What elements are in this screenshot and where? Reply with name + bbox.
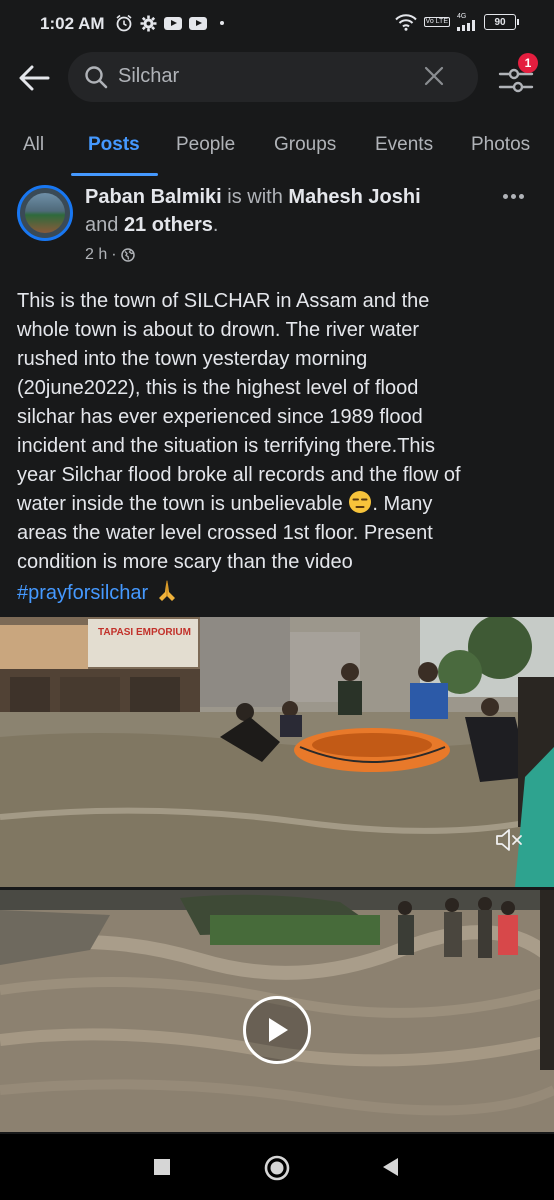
signal-strength: 4G [457,13,477,31]
post-author-line: Paban Balmiki is with Mahesh Joshi [85,186,421,209]
post-text-line: water inside the town is unbelievable [17,493,343,515]
post-video-1[interactable]: TAPASI EMPORIUM [0,617,554,887]
status-icons-right: Vo LTE 4G 90 [394,13,519,31]
play-icon [269,1018,288,1042]
alarm-icon [116,14,132,32]
globe-icon [120,248,135,262]
tab-events[interactable]: Events [375,134,433,156]
shop-sign-text: TAPASI EMPORIUM [98,627,191,638]
folded-hands-emoji-icon [158,580,175,601]
with-text: is with [221,186,289,208]
battery-indicator: 90 [484,14,519,30]
status-time: 1:02 AM [40,14,105,33]
back-button[interactable] [14,60,54,96]
status-bar: 1:02 AM Vo LTE 4G 90 [0,0,554,50]
post-body: This is the town of SILCHAR in Assam and… [17,287,547,608]
search-filter-button[interactable]: 1 [496,53,538,96]
active-tab-indicator [71,173,158,176]
author-avatar[interactable] [17,185,73,241]
and-text: and [85,214,124,236]
back-arrow-icon [19,65,50,91]
youtube-icon [164,16,182,30]
post-text-line: incident and the situation is terrifying… [17,435,435,457]
tab-people[interactable]: People [176,134,235,156]
post-text-line: . Many [372,493,433,515]
meta-separator: · [111,246,117,263]
period-text: . [212,214,219,236]
post-meta: 2 h · [85,246,135,264]
filter-badge: 1 [518,53,538,73]
flood-rescue-video-thumbnail: TAPASI EMPORIUM [0,617,554,887]
hashtag-line: #prayforsilchar [17,577,547,608]
wifi-icon [394,13,417,31]
tab-photos[interactable]: Photos [471,134,530,156]
post-time[interactable]: 2 h [85,246,107,264]
volte-icon: Vo LTE [423,17,450,27]
tab-groups[interactable]: Groups [274,134,336,156]
post-text-line: condition is more scary than the video [17,551,353,573]
search-query: Silchar [118,65,180,87]
search-input[interactable]: Silchar [68,52,478,102]
settings-gear-icon [140,15,157,31]
post-others-line: and 21 others. [85,214,218,237]
search-tabs: All Posts People Groups Events Photos [0,122,554,176]
avatar-image [25,193,65,233]
post-header: Paban Balmiki is with Mahesh Joshi and 2… [0,180,554,270]
signal-bars-icon [457,20,475,31]
search-icon [85,66,108,89]
mute-speaker-icon[interactable] [494,828,524,852]
post-more-options-button[interactable] [503,194,524,199]
tab-all[interactable]: All [23,134,44,156]
post-text-line: areas the water level crossed 1st floor.… [17,522,433,544]
play-video-button[interactable] [243,996,311,1064]
post-text-line-with-emoji: water inside the town is unbelievable . … [17,490,547,519]
post-text-line: whole town is about to drown. The river … [17,319,420,341]
network-type: 4G [457,13,467,20]
recent-apps-icon[interactable] [153,1158,171,1176]
unamused-face-emoji-icon [349,491,372,513]
more-notifications-dot [220,21,224,25]
post-text-line: (20june2022), this is the highest level … [17,377,419,399]
search-header: Silchar 1 [0,50,554,106]
android-nav-bar [0,1134,554,1200]
screen: 1:02 AM Vo LTE 4G 90 Silchar 1 All Posts… [0,0,554,1200]
hashtag-link[interactable]: #prayforsilchar [17,582,148,604]
author-name[interactable]: Paban Balmiki [85,186,222,208]
status-icons-left [115,14,224,32]
post-text-line: This is the town of SILCHAR in Assam and… [17,290,430,312]
home-circle-icon[interactable] [263,1154,291,1182]
tagged-person[interactable]: Mahesh Joshi [288,186,420,208]
youtube-icon-2 [189,16,207,30]
post-text-line: silchar has ever experienced since 1989 … [17,406,423,428]
post-text-line: rushed into the town yesterday morning [17,348,368,370]
tab-posts[interactable]: Posts [88,134,140,156]
tagged-others[interactable]: 21 others [124,214,213,236]
back-triangle-icon[interactable] [381,1157,399,1177]
post-text-line: year Silchar flood broke all records and… [17,464,461,486]
clear-search-icon[interactable] [424,66,444,86]
